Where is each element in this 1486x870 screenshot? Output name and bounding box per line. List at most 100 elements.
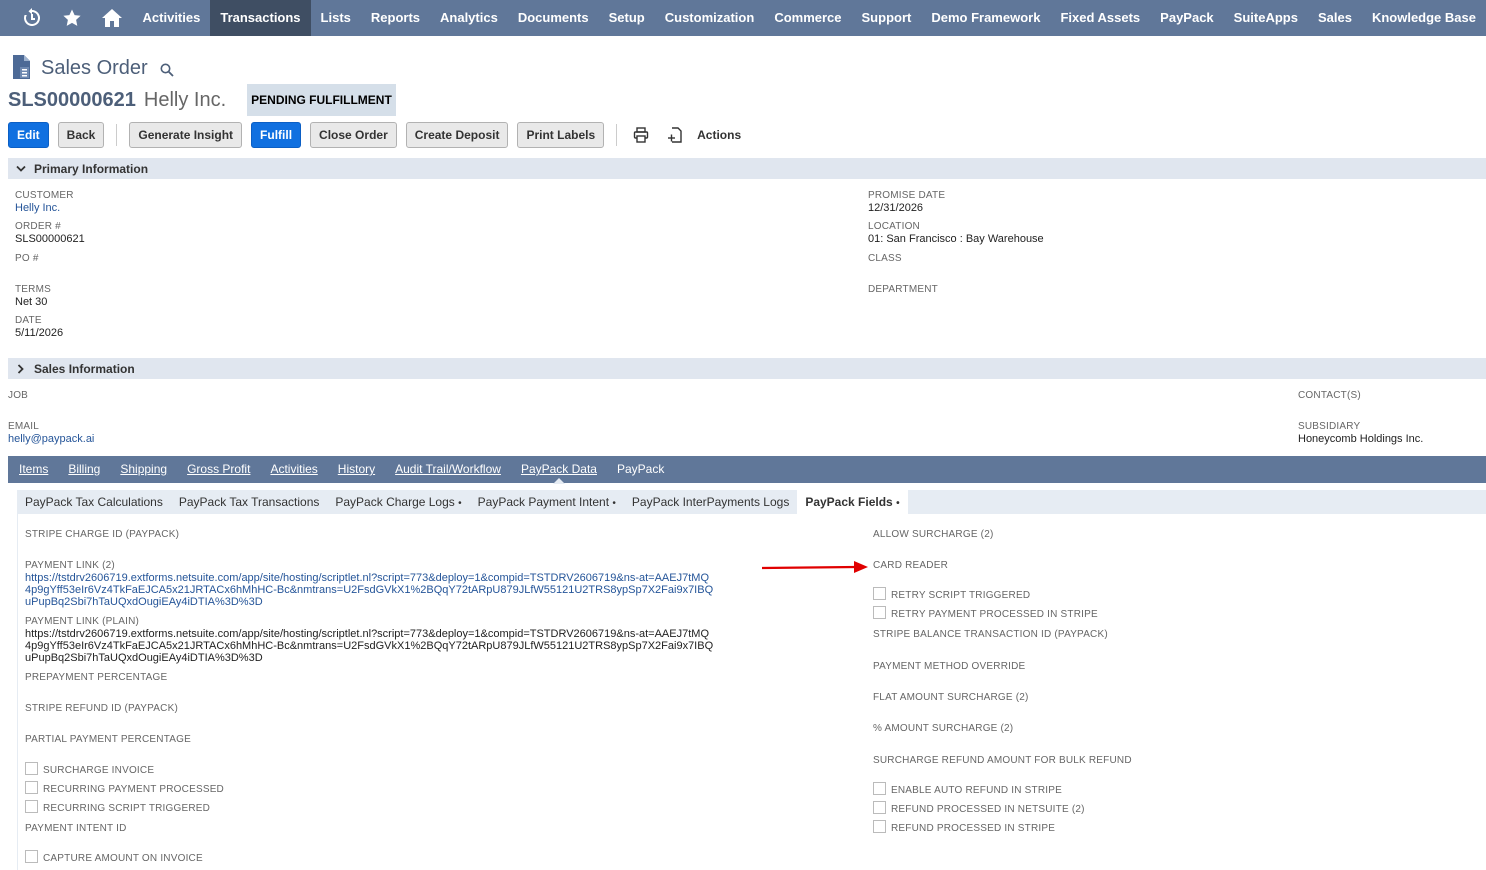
enable-auto-refund-checkbox[interactable]: ENABLE AUTO REFUND IN STRIPE [873,781,1062,796]
field-label: PROMISE DATE [868,190,946,201]
retry-script-triggered-checkbox[interactable]: RETRY SCRIPT TRIGGERED [873,586,1030,601]
nav-item-customization[interactable]: Customization [655,0,765,36]
tab-paypack[interactable]: PayPack [607,456,674,483]
nav-item-reports[interactable]: Reports [361,0,430,36]
refund-processed-stripe-checkbox[interactable]: REFUND PROCESSED IN STRIPE [873,819,1055,834]
actions-menu[interactable]: Actions [697,128,741,142]
subtab-label: PayPack Payment Intent [477,495,610,509]
create-deposit-button[interactable]: Create Deposit [405,122,509,148]
checkbox-box[interactable] [873,587,886,600]
chevron-down-icon [8,165,34,173]
page-title: Sales Order [41,57,148,79]
tab-paypack-data[interactable]: PayPack Data [511,456,607,484]
nav-item-sales[interactable]: Sales [1308,0,1362,36]
primary-information-header[interactable]: Primary Information [8,158,1486,179]
checkbox-box[interactable] [873,606,886,619]
checkbox-label: RECURRING SCRIPT TRIGGERED [43,803,211,814]
star-icon[interactable] [55,0,89,36]
nav-item-knowledge-base[interactable]: Knowledge Base [1362,0,1486,36]
subtab-paypack-tax-calculations[interactable]: PayPack Tax Calculations [17,495,171,509]
nav-item-suiteapps[interactable]: SuiteApps [1224,0,1308,36]
tab-items[interactable]: Items [9,456,58,483]
tab-activities[interactable]: Activities [260,456,327,483]
nav-item-documents[interactable]: Documents [508,0,599,36]
customer-link[interactable]: Helly Inc. [15,202,74,215]
nav-item-setup[interactable]: Setup [599,0,655,36]
home-icon[interactable] [95,0,129,36]
prepayment-percentage-field: PREPAYMENT PERCENTAGE [25,672,167,684]
field-label: CLASS [868,253,902,264]
subtab-paypack-interpayments-logs[interactable]: PayPack InterPayments Logs [624,495,797,509]
subtab-paypack-charge-logs[interactable]: PayPack Charge Logs • [327,495,469,509]
checkbox-box[interactable] [873,782,886,795]
checkbox-box[interactable] [873,820,886,833]
close-order-button[interactable]: Close Order [310,122,397,148]
fulfill-button[interactable]: Fulfill [251,122,302,148]
checkbox-box[interactable] [25,850,38,863]
po-number-field: PO # [15,253,39,265]
terms-field: TERMS Net 30 [15,284,51,309]
field-label: LOCATION [868,221,920,232]
toolbar-divider [116,124,118,146]
tab-history[interactable]: History [328,456,385,483]
field-label: ALLOW SURCHARGE (2) [873,529,994,540]
field-label: DATE [15,315,42,326]
nav-item-transactions[interactable]: Transactions [210,0,311,36]
retry-payment-processed-checkbox[interactable]: RETRY PAYMENT PROCESSED IN STRIPE [873,605,1098,620]
tab-shipping[interactable]: Shipping [110,456,177,483]
checkbox-box[interactable] [25,800,38,813]
recurring-payment-processed-checkbox[interactable]: RECURRING PAYMENT PROCESSED [25,780,224,795]
nav-item-paypack[interactable]: PayPack [1150,0,1224,36]
refund-processed-netsuite-checkbox[interactable]: REFUND PROCESSED IN NETSUITE (2) [873,800,1085,815]
record-name: Helly Inc. [143,88,227,111]
nav-item-lists[interactable]: Lists [311,0,361,36]
back-button[interactable]: Back [57,122,105,148]
subtab-paypack-tax-transactions[interactable]: PayPack Tax Transactions [171,495,328,509]
payment-link[interactable]: https://tstdrv2606719.extforms.netsuite.… [25,572,715,608]
nav-item-commerce[interactable]: Commerce [764,0,851,36]
tab-billing[interactable]: Billing [58,456,110,483]
capture-amount-on-invoice-checkbox[interactable]: CAPTURE AMOUNT ON INVOICE [25,849,203,864]
payment-intent-id-field: PAYMENT INTENT ID [25,823,127,835]
nav-item-fixed-assets[interactable]: Fixed Assets [1050,0,1150,36]
checkbox-box[interactable] [873,801,886,814]
checkbox-box[interactable] [25,781,38,794]
search-icon[interactable] [160,63,174,80]
tab-gross-profit[interactable]: Gross Profit [177,456,260,483]
field-value: SLS00000621 [15,233,85,245]
nav-item-support[interactable]: Support [852,0,922,36]
nav-item-activities[interactable]: Activities [133,0,211,36]
nav-item-demo-framework[interactable]: Demo Framework [921,0,1050,36]
surcharge-invoice-checkbox[interactable]: SURCHARGE INVOICE [25,761,154,776]
subtab-label: PayPack Charge Logs [335,495,455,509]
recent-icon[interactable] [15,0,49,36]
field-value: 12/31/2026 [868,202,924,214]
field-label: PAYMENT LINK (2) [25,560,115,571]
sales-information-header[interactable]: Sales Information [8,358,1486,379]
pane-border [17,514,18,870]
subtab-paypack-payment-intent[interactable]: PayPack Payment Intent • [470,495,624,509]
button-bar: Edit Back Generate Insight Fulfill Close… [8,122,741,148]
generate-insight-button[interactable]: Generate Insight [129,122,243,148]
field-label: STRIPE BALANCE TRANSACTION ID (PAYPACK) [873,629,1108,640]
new-document-icon[interactable] [663,127,687,143]
email-link[interactable]: helly@paypack.ai [8,433,94,446]
checkbox-label: SURCHARGE INVOICE [43,765,155,776]
field-label: DEPARTMENT [868,284,938,295]
location-field: LOCATION 01: San Francisco : Bay Warehou… [868,221,1044,246]
checkbox-label: CAPTURE AMOUNT ON INVOICE [43,853,203,864]
print-labels-button[interactable]: Print Labels [517,122,605,148]
subtab-label: PayPack InterPayments Logs [631,495,790,509]
subtab-label: PayPack Tax Calculations [25,495,163,509]
print-icon[interactable] [629,127,653,143]
email-field: EMAIL helly@paypack.ai [8,421,94,446]
payment-method-override-field: PAYMENT METHOD OVERRIDE [873,661,1025,673]
recurring-script-triggered-checkbox[interactable]: RECURRING SCRIPT TRIGGERED [25,799,210,814]
checkbox-box[interactable] [25,762,38,775]
pct-amount-surcharge-field: % AMOUNT SURCHARGE (2) [873,723,1013,735]
tab-audit-trail-workflow[interactable]: Audit Trail/Workflow [385,456,511,483]
subtab-paypack-fields[interactable]: PayPack Fields • [797,490,908,514]
nav-item-analytics[interactable]: Analytics [430,0,508,36]
field-label: JOB [8,390,29,401]
edit-button[interactable]: Edit [8,122,49,148]
